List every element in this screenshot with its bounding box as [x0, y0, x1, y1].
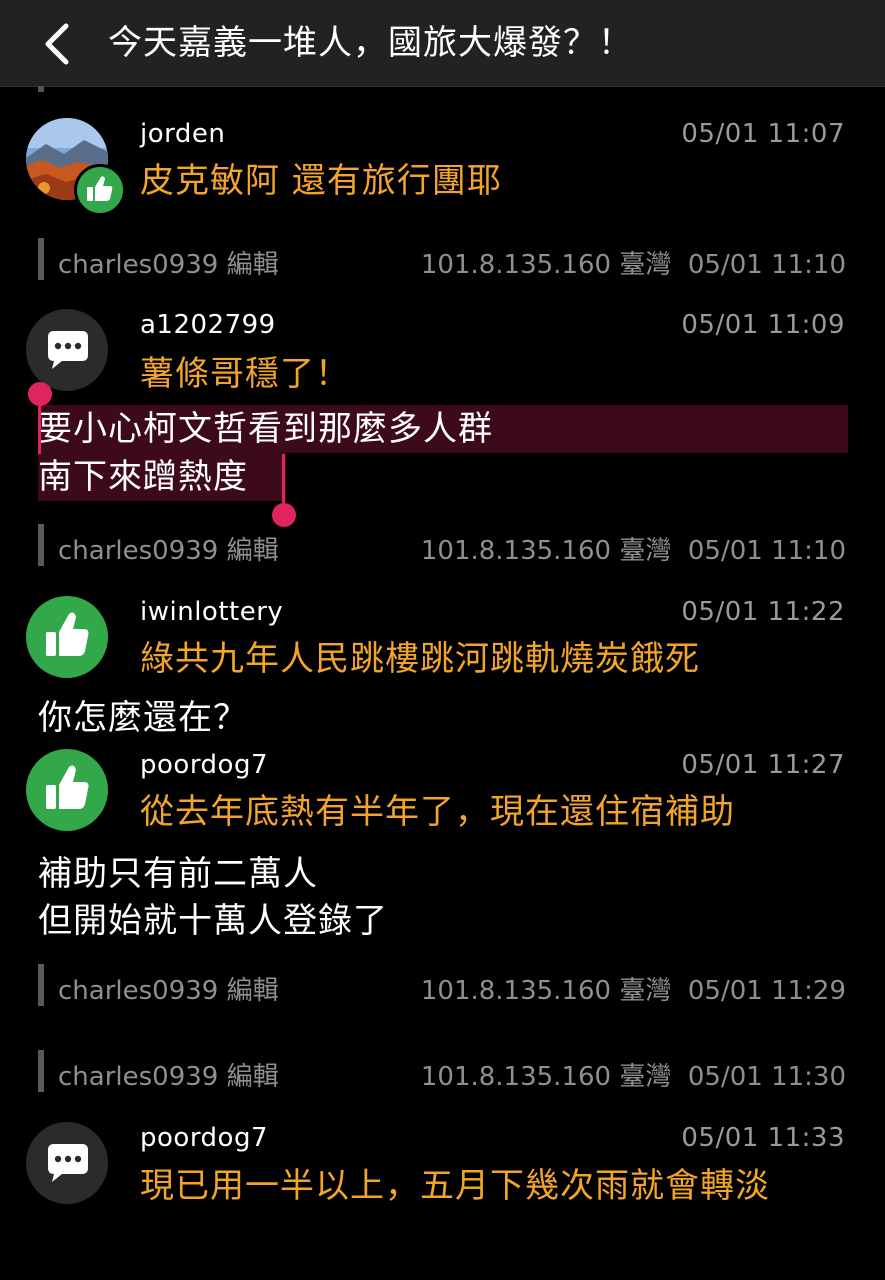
- followup-text: 補助只有前二萬人: [38, 854, 318, 894]
- avatar[interactable]: [26, 749, 108, 831]
- edit-user: charles0939 編輯: [58, 1062, 279, 1092]
- selected-line: 要小心柯文哲看到那麼多人群: [38, 409, 493, 449]
- comment-text: 從去年底熱有半年了，現在還住宿補助: [140, 792, 735, 832]
- post-time: 05/01 11:27: [681, 750, 845, 780]
- selection-end-stem: [282, 454, 285, 510]
- edit-record: charles0939 編輯 101.8.135.160 臺灣 05/01 11…: [38, 962, 848, 1008]
- edit-record: charles0939 編輯 101.8.135.160 臺灣 05/01 11…: [38, 1048, 848, 1094]
- page-title: 今天嘉義一堆人，國旅大爆發？！: [108, 23, 633, 63]
- avatar[interactable]: [26, 596, 108, 678]
- edit-time: 05/01 11:10: [687, 250, 846, 280]
- edit-meta: 101.8.135.160 臺灣 05/01 11:10: [421, 244, 846, 281]
- username[interactable]: poordog7: [140, 749, 268, 781]
- top-bar: 今天嘉義一堆人，國旅大爆發？！: [0, 0, 885, 87]
- username[interactable]: iwinlottery: [140, 596, 283, 628]
- followup-text: 但開始就十萬人登錄了: [38, 901, 388, 941]
- selection-start-stem: [38, 396, 41, 454]
- comment-text: 綠共九年人民跳樓跳河跳軌燒炭餓死: [140, 639, 700, 679]
- edit-bar: [38, 524, 44, 566]
- scroll-indicator: [38, 86, 44, 92]
- post-time: 05/01 11:07: [681, 119, 845, 149]
- comment-text: 現已用一半以上，五月下幾次雨就會轉淡: [140, 1166, 770, 1206]
- edit-meta: 101.8.135.160 臺灣 05/01 11:29: [421, 970, 846, 1007]
- edit-meta: 101.8.135.160 臺灣 05/01 11:10: [421, 530, 846, 567]
- edit-time: 05/01 11:29: [687, 976, 846, 1006]
- thumbs-up-icon: [46, 612, 89, 656]
- edit-time: 05/01 11:10: [687, 536, 846, 566]
- followup-text: 你怎麼還在？: [38, 698, 248, 738]
- edit-user: charles0939 編輯: [58, 536, 279, 566]
- avatar[interactable]: [26, 118, 126, 216]
- comment-text: 薯條哥穩了！: [140, 354, 350, 394]
- edit-bar: [38, 964, 44, 1006]
- chat-bubble-icon: [48, 1144, 88, 1182]
- edit-time: 05/01 11:30: [687, 1062, 846, 1092]
- avatar[interactable]: [26, 309, 108, 391]
- edit-meta: 101.8.135.160 臺灣 05/01 11:30: [421, 1056, 846, 1093]
- edit-user: charles0939 編輯: [58, 250, 279, 280]
- like-badge: [74, 164, 126, 216]
- edit-ip: 101.8.135.160 臺灣: [420, 976, 672, 1006]
- thumbs-up-icon: [46, 765, 89, 809]
- username[interactable]: a1202799: [140, 309, 276, 341]
- comment-text: 皮克敏阿 還有旅行團耶: [140, 161, 502, 201]
- post-time: 05/01 11:22: [681, 597, 845, 627]
- edit-ip: 101.8.135.160 臺灣: [420, 1062, 672, 1092]
- text-selection[interactable]: 要小心柯文哲看到那麼多人群 南下來蹭熱度: [38, 405, 848, 505]
- selected-line: 南下來蹭熱度: [38, 457, 248, 497]
- edit-ip: 101.8.135.160 臺灣: [420, 250, 672, 280]
- edit-record: charles0939 編輯 101.8.135.160 臺灣 05/01 11…: [38, 522, 848, 568]
- edit-record: charles0939 編輯 101.8.135.160 臺灣 05/01 11…: [38, 236, 848, 282]
- back-button[interactable]: [38, 20, 78, 68]
- edit-user: charles0939 編輯: [58, 976, 279, 1006]
- thumbs-up-icon: [87, 176, 113, 201]
- chevron-left-icon: [45, 23, 69, 65]
- username[interactable]: poordog7: [140, 1122, 268, 1154]
- post-time: 05/01 11:33: [681, 1123, 845, 1153]
- edit-ip: 101.8.135.160 臺灣: [420, 536, 672, 566]
- chat-bubble-icon: [48, 331, 88, 369]
- username[interactable]: jorden: [140, 118, 225, 150]
- edit-bar: [38, 1050, 44, 1092]
- edit-bar: [38, 238, 44, 280]
- avatar[interactable]: [26, 1122, 108, 1204]
- post-time: 05/01 11:09: [681, 310, 845, 340]
